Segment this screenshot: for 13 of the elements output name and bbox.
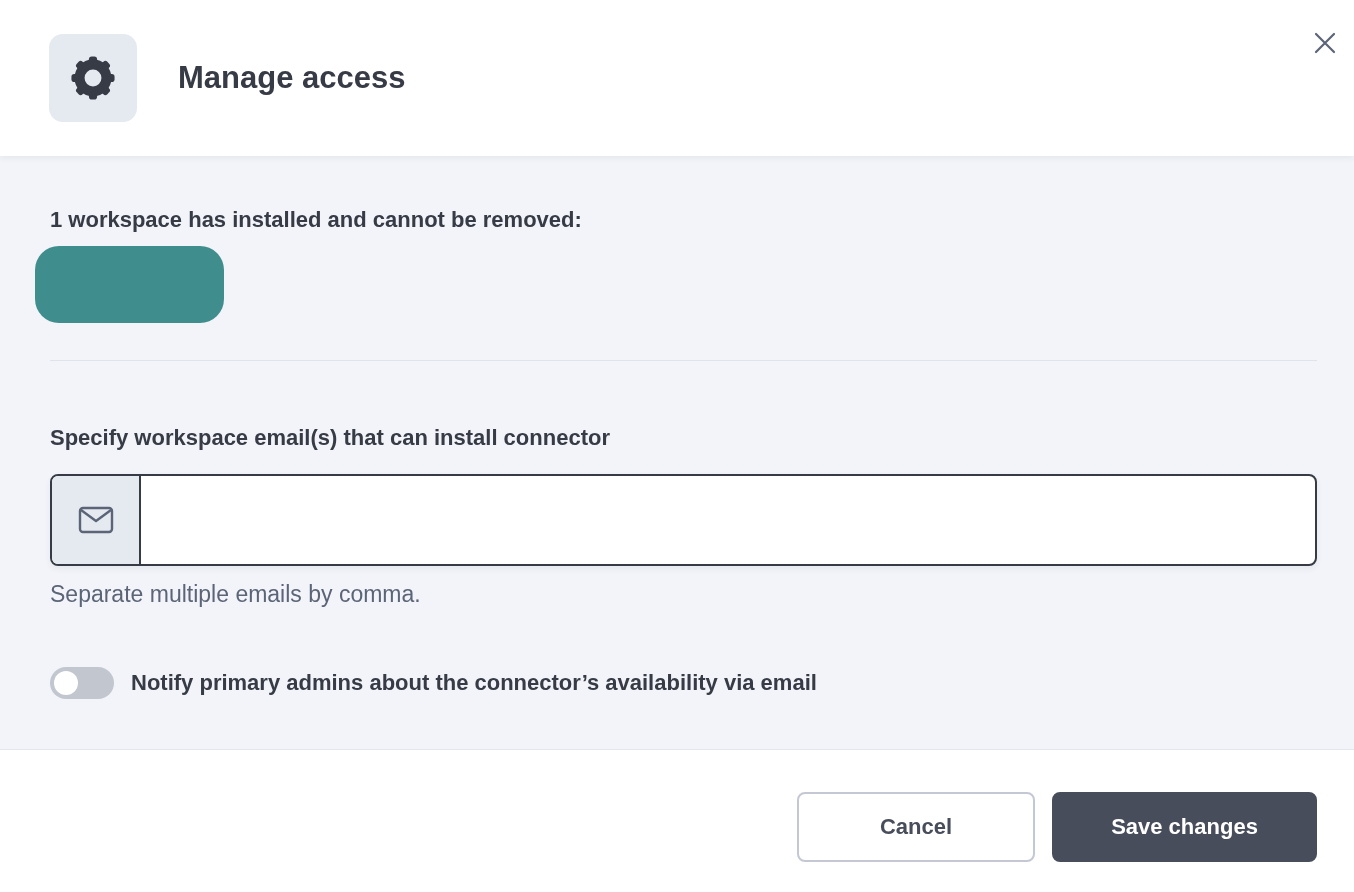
close-button[interactable] (1314, 32, 1336, 54)
envelope-icon (77, 506, 114, 534)
gear-icon (49, 34, 137, 122)
toggle-label: Notify primary admins about the connector’s availability via email (131, 669, 817, 697)
dialog-title: Manage access (178, 59, 406, 97)
close-icon (1314, 32, 1336, 54)
email-input-field[interactable] (50, 474, 1317, 566)
email-field-label: Specify workspace email(s) that can install connector (50, 424, 610, 452)
installed-notice: 1 workspace has installed and cannot be removed: (50, 206, 582, 234)
helper-text: Separate multiple emails by comma. (50, 580, 421, 609)
save-button[interactable]: Save changes (1052, 792, 1317, 862)
cancel-button[interactable]: Cancel (797, 792, 1035, 862)
toggle-switch[interactable] (50, 667, 114, 699)
